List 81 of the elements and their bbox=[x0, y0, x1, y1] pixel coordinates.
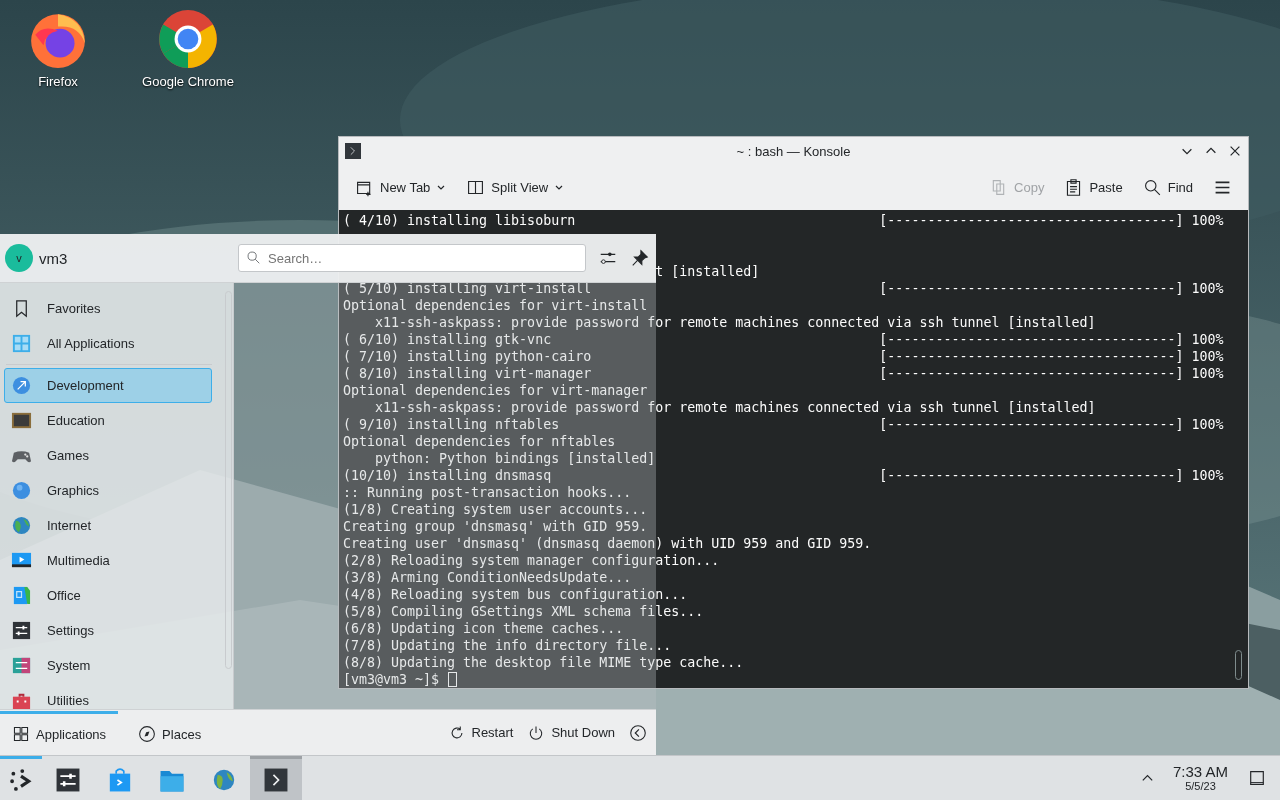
globe-icon bbox=[11, 515, 32, 536]
terminal-line: (3/8) Arming ConditionNeedsUpdate... bbox=[343, 569, 632, 586]
terminal-line: (10/10) installing dnsmasq bbox=[343, 467, 552, 484]
search-icon bbox=[246, 250, 261, 265]
category-item[interactable]: Education bbox=[4, 403, 212, 438]
arrow-circle-icon bbox=[11, 375, 32, 396]
show-desktop-icon[interactable] bbox=[1248, 769, 1266, 787]
terminal-line: [vm3@vm3 ~]$ bbox=[343, 671, 440, 688]
terminal-line: Creating group 'dnsmasq' with GID 959. bbox=[343, 518, 648, 535]
new-tab-button[interactable]: New Tab bbox=[347, 174, 455, 201]
back-icon[interactable] bbox=[628, 722, 648, 743]
restart-button[interactable]: Restart bbox=[440, 719, 521, 746]
terminal-line: (4/8) Reloading system bus configuration... bbox=[343, 586, 688, 603]
find-button[interactable]: Find bbox=[1134, 174, 1201, 201]
chalkboard-icon bbox=[11, 410, 32, 431]
panel-icon bbox=[11, 655, 32, 676]
terminal-line: (6/8) Updating icon theme caches... bbox=[343, 620, 624, 637]
category-item[interactable]: Graphics bbox=[4, 473, 212, 508]
category-item[interactable]: System bbox=[4, 648, 212, 683]
category-item[interactable]: Internet bbox=[4, 508, 212, 543]
columns-icon bbox=[466, 178, 486, 197]
category-item[interactable]: Settings bbox=[4, 613, 212, 648]
terminal-icon bbox=[345, 143, 361, 159]
compass-icon bbox=[138, 725, 157, 743]
sphere-icon bbox=[11, 480, 32, 501]
category-item[interactable]: Office bbox=[4, 578, 212, 613]
split-view-button[interactable]: Split View bbox=[458, 174, 573, 201]
category-item[interactable]: Development bbox=[4, 368, 212, 403]
progress-text: [------------------------------------] 100% bbox=[879, 280, 1225, 297]
terminal-line: ( 4/10) installing libisoburn bbox=[343, 212, 576, 229]
progress-text: [------------------------------------] 100% bbox=[879, 416, 1225, 433]
avatar[interactable]: v bbox=[5, 244, 33, 272]
progress-text: [------------------------------------] 100% bbox=[879, 212, 1225, 229]
search-field[interactable]: Search… bbox=[238, 244, 586, 272]
clock-time[interactable]: 7:33 AM bbox=[1172, 763, 1228, 781]
terminal-line: Optional dependencies for nftables bbox=[343, 433, 616, 450]
progress-text: [------------------------------------] 100% bbox=[879, 365, 1225, 382]
terminal-line: (2/8) Reloading system manager configuration... bbox=[343, 552, 720, 569]
search-icon bbox=[1142, 178, 1162, 197]
terminal-line: python: Python bindings [installed] bbox=[374, 450, 656, 467]
category-item[interactable]: Games bbox=[4, 438, 212, 473]
grid-icon bbox=[12, 725, 30, 743]
progress-text: [------------------------------------] 100% bbox=[879, 331, 1225, 348]
chrome-logo-icon[interactable] bbox=[157, 8, 219, 70]
terminal-line: ( 8/10) installing virt-manager bbox=[343, 365, 592, 382]
sliders-icon bbox=[11, 620, 32, 641]
document-icon bbox=[11, 585, 32, 606]
paste-button[interactable]: Paste bbox=[1056, 174, 1131, 201]
terminal-icon[interactable] bbox=[250, 756, 302, 800]
category-item[interactable]: Favorites bbox=[4, 291, 212, 326]
terminal-line: (8/8) Updating the desktop file MIME type cache... bbox=[343, 654, 744, 671]
pin-icon[interactable] bbox=[630, 248, 650, 268]
terminal-line: t [installed] bbox=[654, 263, 760, 280]
progress-text: [------------------------------------] 100% bbox=[879, 467, 1225, 484]
close-icon[interactable] bbox=[1228, 144, 1242, 158]
terminal-line: x11-ssh-askpass: provide password for remote machines connected via ssh tunnel [installed] bbox=[374, 314, 1096, 331]
menu-tab[interactable]: Places bbox=[126, 710, 214, 755]
terminal-line: ( 7/10) installing python-cairo bbox=[343, 348, 592, 365]
terminal-line: Optional dependencies for virt-manager bbox=[343, 382, 648, 399]
shutdown-button[interactable]: Shut Down bbox=[520, 719, 622, 746]
user-name: vm3 bbox=[39, 249, 68, 267]
category-item[interactable]: Multimedia bbox=[4, 543, 212, 578]
desktop-icon-label[interactable]: Google Chrome bbox=[142, 74, 234, 89]
terminal-line: ( 9/10) installing nftables bbox=[343, 416, 560, 433]
clock-date[interactable]: 5/5/23 bbox=[1185, 780, 1216, 793]
text-cursor bbox=[448, 672, 458, 687]
category-item[interactable]: Utilities bbox=[4, 683, 212, 709]
window-title: ~ : bash — Konsole bbox=[736, 143, 851, 159]
terminal-line: (1/8) Creating system user accounts... bbox=[343, 501, 648, 518]
terminal-line: x11-ssh-askpass: provide password for remote machines connected via ssh tunnel [installed] bbox=[374, 399, 1096, 416]
menu-icon bbox=[1213, 178, 1232, 197]
terminal-line: Creating user 'dnsmasq' (dnsmasq daemon) with UID 959 and GID 959. bbox=[343, 535, 872, 552]
grid-icon bbox=[11, 333, 32, 354]
terminal-line: ( 6/10) installing gtk-vnc bbox=[343, 331, 552, 348]
category-item[interactable]: All Applications bbox=[4, 326, 212, 361]
terminal-line: (5/8) Compiling GSettings XML schema files... bbox=[343, 603, 704, 620]
desktop-icon-label[interactable]: Firefox bbox=[38, 74, 78, 89]
terminal-line: Optional dependencies for virt-install bbox=[343, 297, 648, 314]
terminal-line: :: Running post-transaction hooks... bbox=[343, 484, 632, 501]
progress-text: [------------------------------------] 100% bbox=[879, 348, 1225, 365]
terminal-line: (7/8) Updating the info directory file... bbox=[343, 637, 672, 654]
